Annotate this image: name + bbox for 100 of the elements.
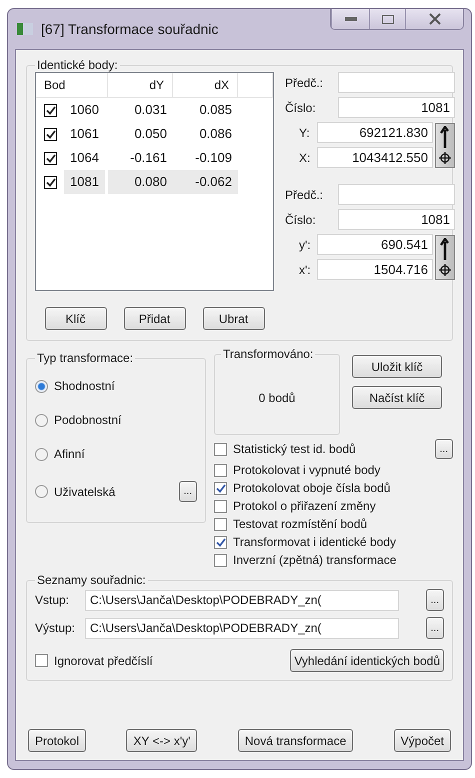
table-cell-text: -0.109 bbox=[194, 149, 233, 167]
radio-button[interactable] bbox=[35, 485, 48, 498]
field-label: Y: bbox=[298, 126, 311, 140]
number-field[interactable]: 1081 bbox=[338, 97, 455, 118]
coordinate-field[interactable]: 1504.716 bbox=[317, 259, 433, 280]
checkbox[interactable] bbox=[44, 176, 57, 188]
arrow-up-icon bbox=[440, 238, 450, 260]
table-cell-text: 0.085 bbox=[198, 101, 233, 119]
checkbox[interactable] bbox=[44, 104, 57, 116]
more-button[interactable]: ... bbox=[434, 439, 453, 459]
maximize-icon bbox=[382, 14, 394, 24]
radio-button[interactable] bbox=[35, 380, 48, 392]
browse-button[interactable]: ... bbox=[426, 589, 444, 611]
more-button[interactable]: ... bbox=[178, 481, 197, 502]
option-label: Transformovat i identické body bbox=[233, 535, 396, 549]
window-title: [67] Transformace souřadnic bbox=[41, 21, 220, 37]
field-label: Číslo: bbox=[285, 100, 317, 114]
search-points-button[interactable]: Vyhledání identických bodů bbox=[290, 649, 444, 672]
coordinate-field[interactable]: 690.541 bbox=[317, 234, 433, 255]
option-label: Shodnostní bbox=[54, 379, 115, 393]
group-title: Identické body: bbox=[36, 58, 119, 72]
table-cell-text: 0.086 bbox=[198, 125, 233, 143]
field-label: Předč.: bbox=[285, 188, 324, 202]
group-title: Typ transformace: bbox=[36, 351, 134, 365]
prefix-field[interactable] bbox=[338, 72, 455, 93]
checkbox[interactable] bbox=[214, 442, 227, 456]
minimize-icon bbox=[344, 17, 356, 21]
coordinate-field[interactable]: 1043412.550 bbox=[317, 147, 433, 168]
checkbox[interactable] bbox=[214, 464, 227, 476]
field-label: Vstup: bbox=[35, 593, 70, 607]
key-button[interactable]: Načíst klíč bbox=[352, 386, 442, 409]
prefix-field[interactable] bbox=[338, 184, 455, 205]
table-cell-text: -0.161 bbox=[129, 149, 168, 167]
option-label: Testovat rozmístění bodů bbox=[233, 517, 368, 531]
radio-option[interactable]: Afinní bbox=[35, 447, 197, 461]
footer-button[interactable]: Výpočet bbox=[394, 729, 451, 752]
field-label: Číslo: bbox=[285, 212, 317, 226]
footer-button[interactable]: Protokol bbox=[28, 729, 86, 752]
number-field[interactable]: 1081 bbox=[338, 209, 455, 230]
browse-button[interactable]: ... bbox=[426, 617, 444, 639]
pick-point-button[interactable] bbox=[435, 122, 455, 168]
table-cell-text: 0.050 bbox=[133, 125, 168, 143]
list-button[interactable]: Klíč bbox=[44, 307, 106, 330]
close-button[interactable] bbox=[405, 9, 463, 29]
coordinate-field[interactable]: 692121.830 bbox=[317, 122, 433, 143]
table-cell: -0.062 bbox=[173, 170, 238, 194]
checkbox[interactable] bbox=[214, 482, 227, 494]
column-header[interactable]: dY bbox=[108, 73, 173, 97]
checkbox[interactable] bbox=[214, 518, 227, 530]
list-row[interactable]: 1081 0.080 -0.062 bbox=[36, 170, 273, 194]
point-cell: 1081 bbox=[64, 170, 105, 194]
checkbox[interactable] bbox=[214, 536, 227, 548]
table-cell-text: 0.031 bbox=[133, 101, 168, 119]
checkbox[interactable] bbox=[214, 554, 227, 566]
list-row[interactable]: 1060 0.031 0.085 bbox=[36, 98, 273, 122]
option-label: Podobnostní bbox=[54, 413, 122, 427]
group-title: Seznamy souřadnic: bbox=[36, 573, 147, 587]
column-header[interactable]: dX bbox=[173, 73, 238, 97]
list-button[interactable]: Přidat bbox=[124, 307, 186, 330]
option-label: Inverzní (zpětná) transformace bbox=[233, 553, 396, 567]
option-label: Afinní bbox=[54, 447, 85, 461]
file-path-field[interactable]: C:\Users\Janča\Desktop\PODEBRADY_zn( bbox=[85, 590, 399, 610]
radio-option[interactable]: Shodnostní bbox=[35, 379, 197, 393]
list-row[interactable]: 1061 0.050 0.086 bbox=[36, 122, 273, 146]
pick-point-button[interactable] bbox=[435, 234, 455, 280]
radio-option[interactable]: Podobnostní bbox=[35, 413, 197, 427]
list-button[interactable]: Ubrat bbox=[202, 307, 264, 330]
list-row[interactable]: 1064 -0.161 -0.109 bbox=[36, 146, 273, 170]
option-label: Ignorovat předčíslí bbox=[54, 654, 153, 668]
field-label: x': bbox=[298, 262, 312, 276]
checkbox[interactable] bbox=[44, 152, 57, 164]
field-label: Výstup: bbox=[35, 621, 76, 635]
arrow-up-icon bbox=[440, 126, 450, 148]
footer-button[interactable]: XY <-> x'y' bbox=[126, 729, 198, 752]
option-label: Statistický test id. bodů bbox=[233, 442, 356, 456]
field-label: X: bbox=[298, 150, 312, 164]
close-icon bbox=[428, 13, 442, 25]
radio-button[interactable] bbox=[35, 448, 48, 460]
option-label: Protokolovat i vypnuté body bbox=[233, 463, 380, 477]
field-label: Předč.: bbox=[285, 76, 324, 90]
maximize-button[interactable] bbox=[369, 9, 405, 29]
radio-option[interactable]: Uživatelská ... bbox=[35, 481, 197, 502]
group-title: Transformováno: bbox=[222, 347, 314, 361]
option-label: Uživatelská bbox=[54, 484, 116, 498]
checkbox[interactable] bbox=[214, 500, 227, 512]
minimize-button[interactable] bbox=[331, 9, 369, 29]
key-button[interactable]: Uložit klíč bbox=[352, 355, 442, 378]
checkbox[interactable] bbox=[44, 128, 57, 140]
column-header[interactable]: Bod bbox=[36, 73, 108, 97]
checkbox[interactable] bbox=[35, 654, 48, 667]
footer-button[interactable]: Nová transformace bbox=[238, 729, 354, 752]
table-cell: 0.080 bbox=[108, 170, 173, 194]
file-path-field[interactable]: C:\Users\Janča\Desktop\PODEBRADY_zn( bbox=[85, 618, 399, 638]
radio-button[interactable] bbox=[35, 414, 48, 426]
app-icon bbox=[17, 23, 33, 35]
point-cell-text: 1060 bbox=[69, 101, 100, 119]
option-label: Protokolovat oboje čísla bodů bbox=[233, 481, 390, 495]
transformed-count: 0 bodů bbox=[258, 390, 296, 404]
crosshair-icon bbox=[439, 152, 451, 164]
crosshair-icon bbox=[439, 264, 451, 276]
